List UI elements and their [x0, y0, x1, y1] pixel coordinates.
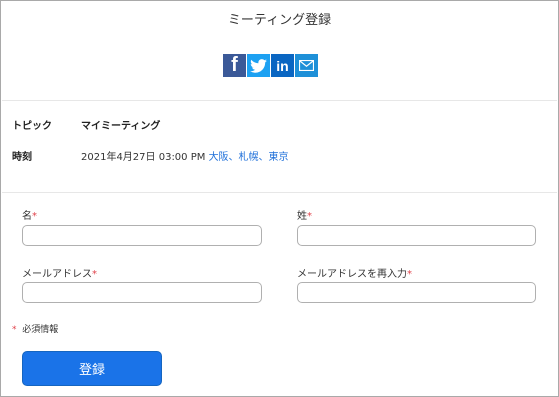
time-label: 時刻 [12, 152, 32, 163]
first-name-label: 名* [22, 211, 37, 222]
facebook-icon[interactable]: f [223, 54, 246, 77]
divider [2, 192, 557, 193]
required-asterisk: * [12, 325, 17, 335]
required-asterisk: * [92, 269, 97, 280]
divider [2, 100, 557, 101]
required-asterisk: * [307, 211, 312, 222]
time-value: 2021年4月27日 03:00 PM 大阪、札幌、東京 [81, 148, 289, 163]
topic-label: トピック [12, 121, 52, 132]
datetime-text: 2021年4月27日 03:00 PM [81, 152, 209, 163]
last-name-label: 姓* [297, 211, 312, 222]
email-confirm-field[interactable] [297, 282, 536, 303]
required-asterisk: * [32, 211, 37, 222]
timezone-link[interactable]: 大阪、札幌、東京 [209, 152, 289, 163]
register-button[interactable]: 登録 [22, 351, 162, 386]
email-field[interactable] [22, 282, 262, 303]
linkedin-icon[interactable]: in [271, 54, 294, 77]
required-note: * 必須情報 [12, 325, 59, 335]
first-name-field[interactable] [22, 225, 262, 246]
share-bar: f in [223, 54, 318, 77]
twitter-icon[interactable] [247, 54, 270, 77]
page-title: ミーティング登録 [227, 13, 332, 28]
email-icon[interactable] [295, 54, 318, 77]
last-name-field[interactable] [297, 225, 536, 246]
required-asterisk: * [407, 269, 412, 280]
registration-frame: ミーティング登録 f in トピック マイミーティング 時刻 2021年4月27… [0, 0, 559, 397]
topic-value: マイミーティング [81, 121, 161, 132]
email-label: メールアドレス* [22, 269, 97, 280]
email-confirm-label: メールアドレスを再入力* [297, 269, 412, 280]
